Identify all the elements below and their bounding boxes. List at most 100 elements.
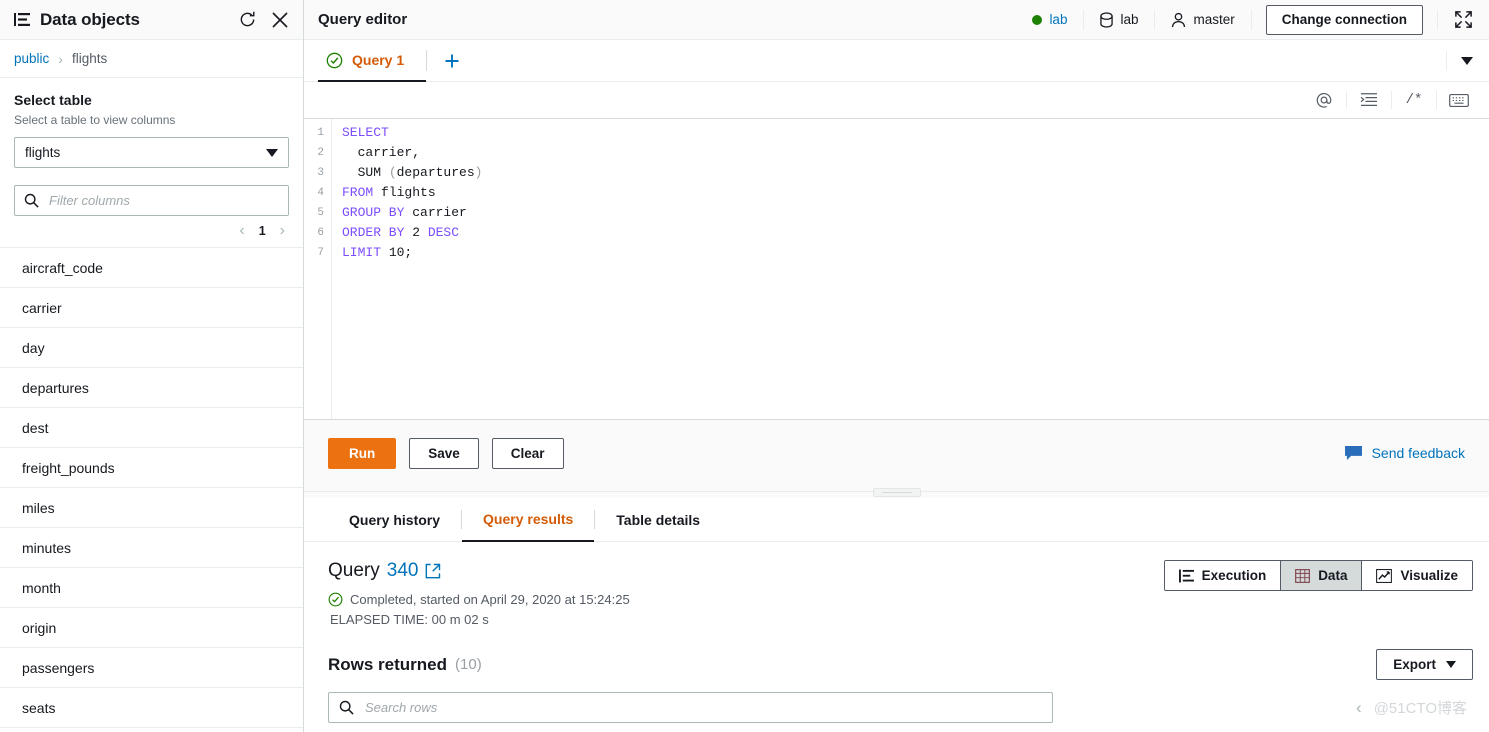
column-list-item[interactable]: carrier [0,288,303,328]
send-feedback-label: Send feedback [1371,445,1465,461]
results-tab-bar: Query history Query results Table details [304,498,1489,542]
line-number: 5 [317,207,324,219]
chevron-right-icon[interactable]: › [280,223,285,239]
chevron-down-icon [1446,661,1456,668]
view-mode-toggle: Execution Data Visualize [1163,560,1473,591]
sql-code[interactable]: SELECT carrier, SUM (departures) FROM fli… [332,119,1489,419]
database-icon [1100,11,1114,28]
line-number: 6 [317,227,324,239]
code-line: ORDER BY 2 DESC [342,225,460,240]
chevron-down-icon[interactable] [1447,56,1489,65]
column-list-item[interactable]: minutes [0,528,303,568]
view-mode-visualize[interactable]: Visualize [1361,561,1472,590]
table-select[interactable]: flights [14,137,289,168]
results-tab-table-details[interactable]: Table details [595,498,721,542]
execution-icon [1178,569,1194,583]
sidebar-title: Data objects [40,9,140,29]
filter-columns-section [0,168,303,216]
rows-search-input[interactable] [363,699,1042,716]
columns-pagination: ‹ 1 › [0,216,303,247]
results-tab-query-history[interactable]: Query history [328,498,461,542]
line-number: 3 [317,167,324,179]
code-line: SUM (departures) [342,165,483,180]
add-query-tab-button[interactable] [427,40,477,81]
expand-icon[interactable] [1438,10,1479,29]
data-objects-sidebar: Data objects public › flights Select tab… [0,0,304,732]
column-list-item[interactable]: seats [0,688,303,728]
line-number: 1 [317,127,324,139]
editor-toolbar: /* [304,82,1489,118]
chevron-down-icon [266,148,278,157]
export-button[interactable]: Export [1376,649,1473,680]
run-button[interactable]: Run [328,437,397,469]
refresh-icon[interactable] [238,10,257,29]
line-number: 7 [317,247,324,259]
cluster-status[interactable]: lab [1016,12,1083,27]
view-mode-visualize-label: Visualize [1400,568,1458,583]
elapsed-time: ELAPSED TIME: 00 m 02 s [330,612,489,627]
query-word: Query [328,560,380,581]
rows-returned-label: Rows returned [328,654,448,674]
results-tab-query-results[interactable]: Query results [462,498,595,542]
results-header: Query 340 Completed, started on April 29… [304,542,1489,627]
column-list-item[interactable]: day [0,328,303,368]
speech-bubble-icon [1344,445,1363,461]
column-list-item[interactable]: origin [0,608,303,648]
results-panel: Query 340 Completed, started on April 29… [304,542,1489,732]
query-tab-bar: Query 1 [304,40,1489,82]
select-table-description: Select a table to view columns [14,113,176,127]
send-feedback-link[interactable]: Send feedback [1344,445,1473,461]
query-heading: Query 340 [328,560,1164,582]
change-connection-button[interactable]: Change connection [1265,4,1423,35]
view-mode-data[interactable]: Data [1280,561,1362,590]
comment-icon[interactable]: /* [1392,82,1436,118]
code-line: FROM flights [342,185,436,200]
query-status: Completed, started on April 29, 2020 at … [328,592,1164,607]
query-id-link[interactable]: 340 [387,560,419,582]
column-list-item[interactable]: month [0,568,303,608]
query-tab-1[interactable]: Query 1 [318,40,427,82]
page-title: Query editor [318,11,408,28]
view-mode-execution-label: Execution [1201,568,1267,583]
column-list-item[interactable]: dest [0,408,303,448]
at-icon[interactable] [1302,82,1346,118]
chevron-left-icon[interactable]: ‹ [1344,698,1374,718]
clear-button[interactable]: Clear [491,437,564,469]
close-icon[interactable] [271,11,289,29]
status-dot-icon [1032,14,1043,25]
grid-icon [1295,568,1311,583]
column-list-item[interactable]: passengers [0,648,303,688]
indent-icon[interactable] [1347,82,1391,118]
query-editor-topbar: Query editor lab lab master Change conne… [304,0,1489,40]
column-list-item[interactable]: freight_pounds [0,448,303,488]
filter-columns-box[interactable] [14,185,289,216]
connection-info: lab lab master Change connection [1016,4,1479,35]
external-link-icon[interactable] [425,563,441,579]
rows-search-box[interactable] [328,692,1053,723]
keyboard-icon[interactable] [1437,82,1481,118]
tabbar-right [1446,40,1489,81]
save-button[interactable]: Save [409,437,479,469]
splitter-grip[interactable] [872,487,921,497]
results-summary: Query 340 Completed, started on April 29… [328,560,1164,627]
column-list-item[interactable]: miles [0,488,303,528]
view-mode-execution[interactable]: Execution [1164,561,1281,590]
rows-returned-header: Rows returned (10) Export [304,627,1489,680]
check-circle-icon [328,592,343,607]
breadcrumb-root[interactable]: public [14,51,49,66]
panel-splitter[interactable] [304,486,1489,498]
chart-line-icon [1376,568,1393,583]
query-editor-main: Query editor lab lab master Change conne… [304,0,1489,732]
code-line: SELECT [342,125,389,140]
breadcrumb-current: flights [71,51,108,66]
tree-list-icon [14,12,31,27]
filter-columns-input[interactable] [47,192,279,209]
column-list-item[interactable]: departures [0,368,303,408]
sql-editor[interactable]: 1 2 3 4 5 6 7 SELECT carrier, SUM (departures)… [304,118,1489,420]
user-icon [1171,12,1186,28]
chevron-left-icon[interactable]: ‹ [239,223,244,239]
column-list-item[interactable]: aircraft_code [0,248,303,288]
page-number[interactable]: 1 [259,224,266,238]
search-icon [24,193,39,208]
